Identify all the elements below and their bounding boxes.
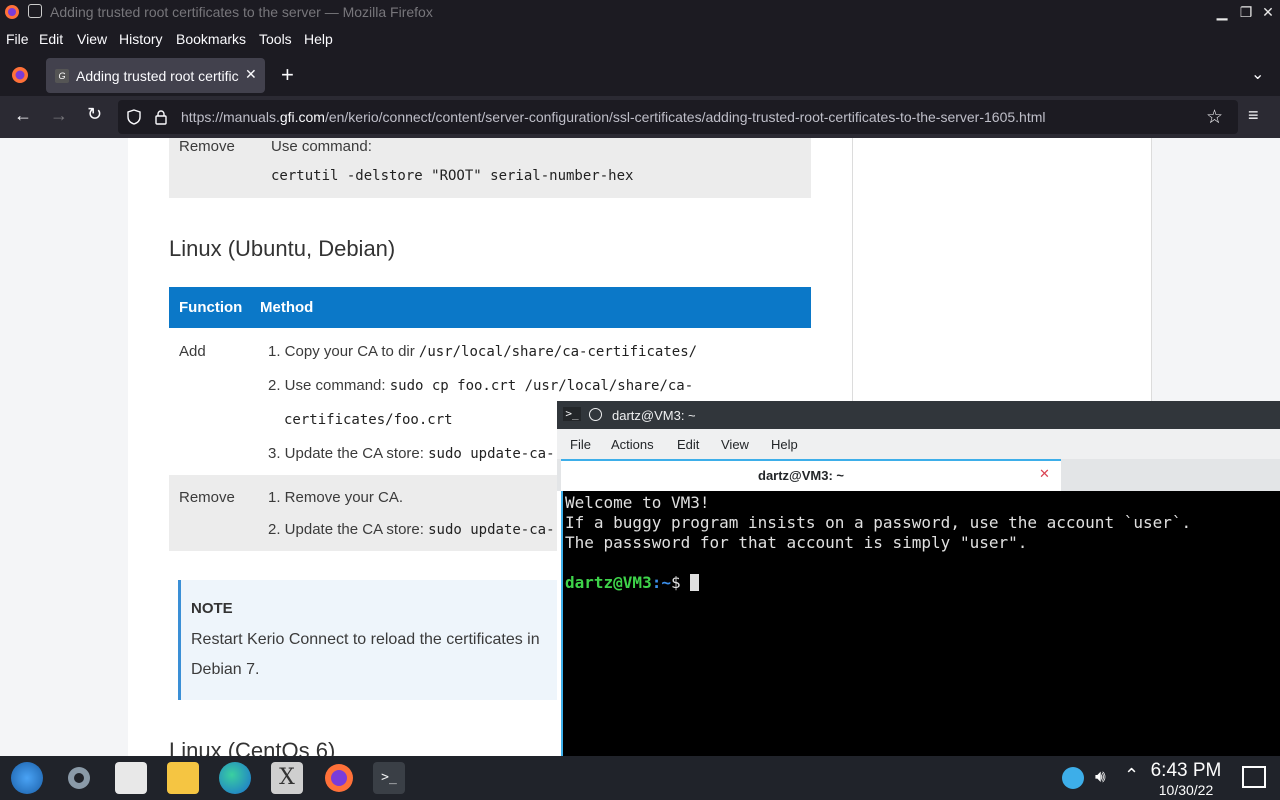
tab-close-icon[interactable]: ✕ [245, 66, 257, 83]
reload-icon[interactable]: ↻ [87, 104, 102, 125]
firefox-icon [5, 5, 19, 19]
menu-history[interactable]: History [119, 31, 163, 47]
add-step-1: 1. Copy your CA to dir /usr/local/share/… [268, 343, 698, 360]
store-bag-icon[interactable] [115, 762, 147, 794]
bookmark-star-icon[interactable]: ☆ [1206, 106, 1223, 129]
note-line-2: Debian 7. [191, 661, 260, 678]
add-step-2: 2. Use command: sudo cp foo.crt /usr/loc… [268, 377, 694, 394]
terminal-line-2: If a buggy program insists on a password… [565, 513, 1192, 532]
terminal-title-bar: >_ dartz@VM3: ~ [557, 401, 1280, 429]
system-tray-expand-icon[interactable]: ⌃ [1124, 765, 1139, 786]
settings-gear-icon[interactable] [63, 762, 95, 794]
tab-active[interactable]: G Adding trusted root certific ✕ [46, 58, 265, 93]
remove-step-2: 2. Update the CA store: sudo update-ca- [268, 521, 555, 538]
firefox-title-bar: Adding trusted root certificates to the … [0, 0, 1280, 24]
forward-icon[interactable]: → [50, 105, 68, 126]
clock-date: 10/30/22 [1158, 782, 1214, 798]
taskbar: X >_ 🔊︎ ⌃ 6:43 PM 10/30/22 [0, 756, 1280, 800]
header-function: Function [179, 299, 243, 316]
terminal-menu-file[interactable]: File [570, 437, 591, 452]
linux-centos-heading: Linux (CentOs 6) [169, 738, 336, 758]
terminal-line-1: Welcome to VM3! [565, 493, 710, 512]
menu-file[interactable]: File [6, 31, 29, 47]
remove-step-1: 1. Remove your CA. [268, 489, 404, 506]
volume-icon[interactable]: 🔊︎ [1095, 767, 1106, 787]
table-header: Function Method [169, 287, 811, 328]
certutil-command: certutil -delstore "ROOT" serial-number-… [271, 168, 634, 184]
terminal-tab-bar: dartz@VM3: ~ ✕ [557, 459, 1280, 491]
hamburger-menu-icon[interactable]: ≡ [1248, 105, 1259, 126]
menu-bookmarks[interactable]: Bookmarks [176, 31, 246, 47]
menu-edit[interactable]: Edit [39, 31, 63, 47]
header-method: Method [260, 299, 314, 316]
konsole-app-icon: >_ [563, 407, 581, 421]
show-desktop-icon[interactable] [1242, 766, 1266, 788]
terminal-screen[interactable]: Welcome to VM3! If a buggy program insis… [561, 491, 1280, 800]
terminal-tab[interactable]: dartz@VM3: ~ ✕ [561, 459, 1061, 491]
terminal-line-3: The passsword for that account is simply… [565, 533, 1028, 552]
navigation-bar: ← → ↻ https://manuals.gfi.com/en/kerio/c… [0, 96, 1280, 138]
menu-tools[interactable]: Tools [259, 31, 292, 47]
pin-icon[interactable] [589, 408, 602, 421]
remove-row-label: Remove [179, 489, 235, 506]
start-menu-icon[interactable] [11, 762, 43, 794]
terminal-tab-label: dartz@VM3: ~ [758, 468, 844, 483]
close-icon[interactable]: ✕ [1258, 2, 1278, 22]
clock-time: 6:43 PM [1150, 760, 1222, 781]
network-icon[interactable] [1062, 767, 1084, 789]
terminal-prompt: dartz@VM3:~$ [565, 573, 700, 592]
maximize-icon[interactable]: ❐ [1236, 2, 1256, 22]
add-label: Add [179, 343, 206, 360]
terminal-window[interactable]: >_ dartz@VM3: ~ File Actions Edit View H… [557, 401, 1280, 800]
lock-icon[interactable] [154, 109, 168, 125]
add-step-2-cont: certificates/foo.crt [284, 412, 453, 428]
menu-help[interactable]: Help [304, 31, 333, 47]
x-app-icon[interactable]: X [271, 762, 303, 794]
remove-label: Remove [179, 138, 235, 155]
firefox-view-icon[interactable] [11, 66, 29, 84]
windows-remove-row: Remove Use command: certutil -delstore "… [169, 138, 811, 198]
minimize-icon[interactable]: ▁ [1212, 2, 1232, 22]
linux-ubuntu-heading: Linux (Ubuntu, Debian) [169, 236, 396, 261]
menu-view[interactable]: View [77, 31, 107, 47]
tab-label: Adding trusted root certific [76, 68, 239, 84]
konsole-taskbar-icon[interactable]: >_ [373, 762, 405, 794]
tab-strip: G Adding trusted root certific ✕ + ⌄ [0, 54, 1280, 96]
terminal-tab-close-icon[interactable]: ✕ [1039, 466, 1050, 482]
terminal-menu-view[interactable]: View [721, 437, 749, 452]
list-tabs-icon[interactable]: ⌄ [1251, 64, 1264, 84]
terminal-cursor [690, 574, 700, 591]
edge-browser-icon[interactable] [219, 762, 251, 794]
note-box: NOTE Restart Kerio Connect to reload the… [178, 580, 598, 700]
terminal-menu-actions[interactable]: Actions [611, 437, 654, 452]
terminal-menubar: File Actions Edit View Help [557, 429, 1280, 459]
note-line-1: Restart Kerio Connect to reload the cert… [191, 631, 540, 648]
file-manager-icon[interactable] [167, 762, 199, 794]
terminal-menu-help[interactable]: Help [771, 437, 798, 452]
firefox-taskbar-icon[interactable] [323, 762, 355, 794]
url-bar[interactable]: https://manuals.gfi.com/en/kerio/connect… [118, 100, 1238, 134]
note-title: NOTE [191, 600, 233, 617]
use-command-label: Use command: [271, 138, 372, 155]
window-title: Adding trusted root certificates to the … [50, 4, 433, 20]
tracking-protection-icon[interactable] [126, 109, 142, 125]
back-icon[interactable]: ← [14, 105, 32, 126]
clock[interactable]: 6:43 PM 10/30/22 [1146, 760, 1226, 798]
add-step-3: 3. Update the CA store: sudo update-ca- [268, 445, 555, 462]
terminal-menu-edit[interactable]: Edit [677, 437, 699, 452]
terminal-window-title: dartz@VM3: ~ [612, 408, 696, 423]
pin-icon[interactable] [28, 4, 42, 18]
new-tab-icon[interactable]: + [281, 62, 294, 88]
firefox-menubar: File Edit View History Bookmarks Tools H… [0, 24, 1280, 54]
gfi-favicon-icon: G [55, 69, 69, 83]
url-text: https://manuals.gfi.com/en/kerio/connect… [181, 109, 1046, 125]
